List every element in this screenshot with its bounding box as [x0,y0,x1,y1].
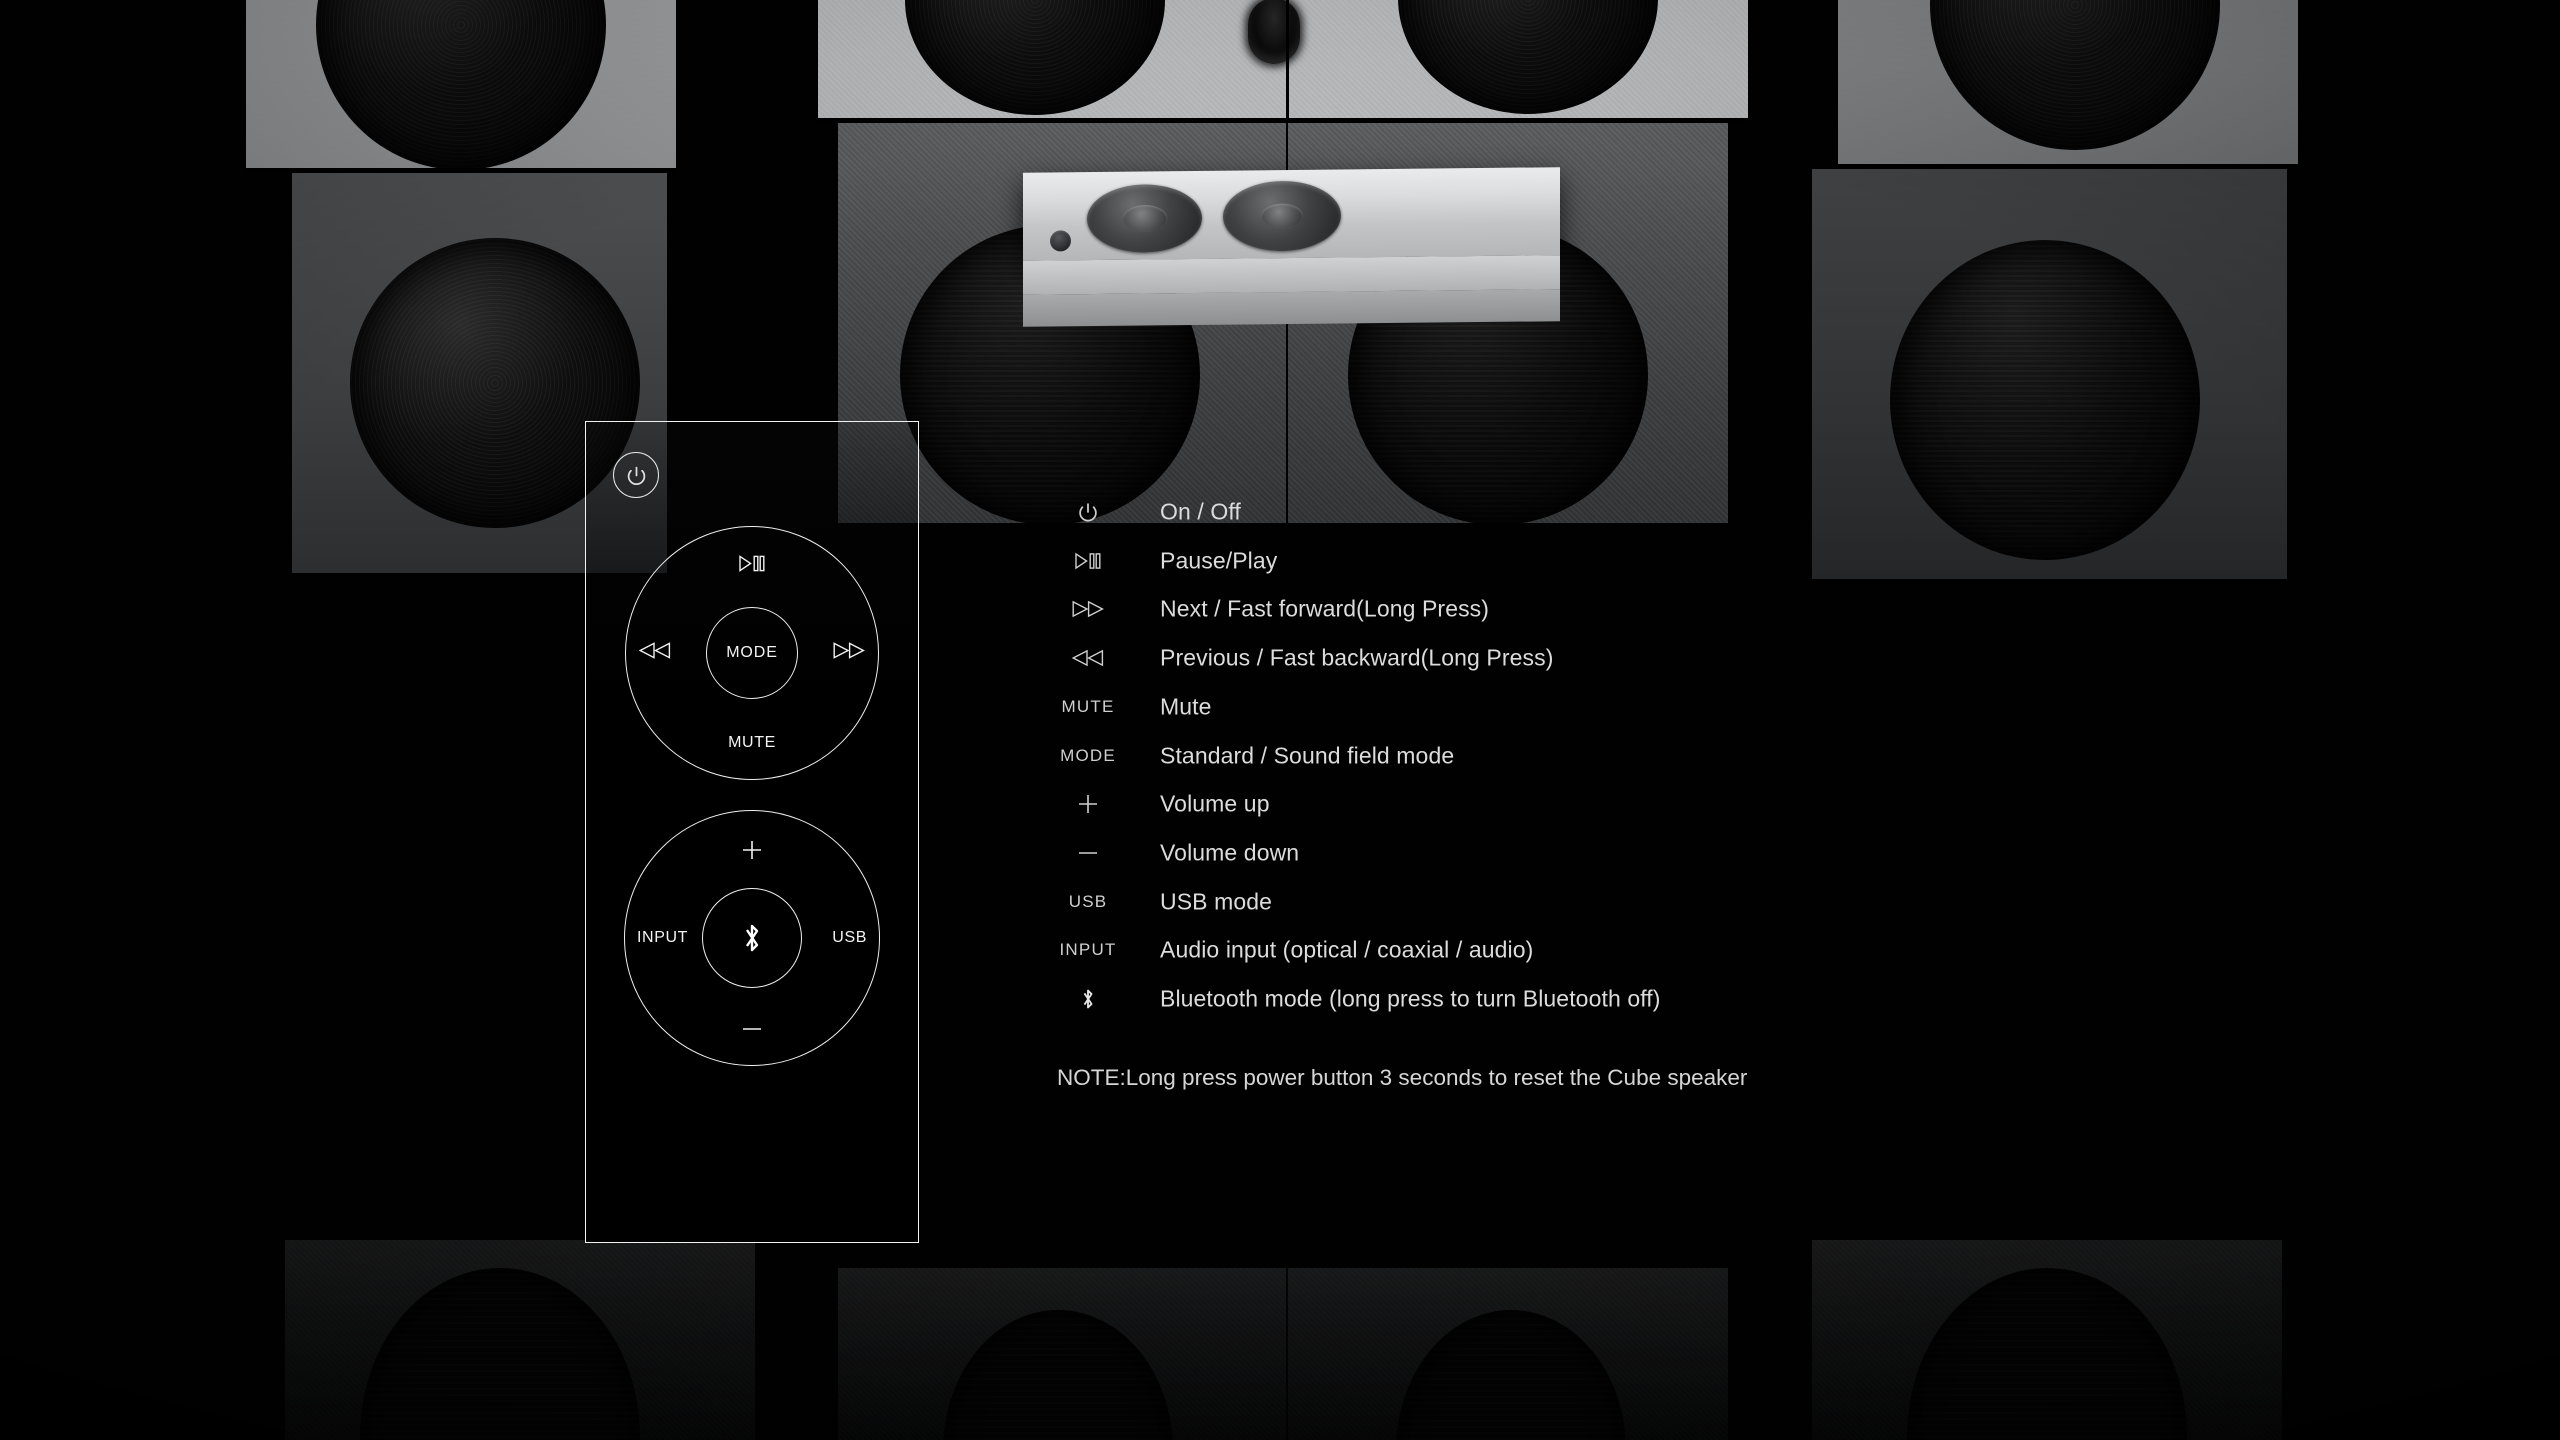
control-bar-lip [1023,255,1560,295]
bluetooth-icon [740,920,764,956]
power-dial [1223,180,1341,252]
remote-volume-down-button[interactable] [741,1020,763,1038]
play-pause-icon[interactable] [738,555,766,577]
cabinet-center-split [1286,1268,1288,1440]
power-dial-hub [1261,203,1303,229]
play-pause-glyph [738,555,766,572]
amplifier-control-bar [1023,167,1560,327]
remote-mute-label[interactable]: MUTE [728,734,776,752]
navigation-dial-hub [1122,204,1167,233]
remote-mode-button[interactable]: MODE [706,607,798,699]
lower-tier-right-cabinet [1812,1240,2282,1440]
bass-port-vent [1248,0,1300,64]
remote-mode-label: MODE [726,644,778,661]
lower-tier-left-cabinet [285,1240,755,1440]
remote-playback-wheel[interactable]: MUTE MODE [625,526,879,780]
cabinet-center-split [1286,0,1289,120]
remote-control-diagram: MUTE MODE INPUT USB [585,421,919,1243]
navigation-dial [1087,183,1202,254]
ir-receiver [1050,230,1071,252]
previous-icon[interactable] [638,642,672,664]
previous-glyph [638,642,672,659]
remote-usb-label[interactable]: USB [832,929,867,947]
next-glyph [832,642,866,659]
lower-tier-center-cabinet [838,1268,1728,1440]
remote-source-wheel[interactable]: INPUT USB [624,810,880,1066]
next-icon[interactable] [832,642,866,664]
remote-power-button[interactable] [613,452,659,498]
power-icon [626,465,647,486]
speaker-right-outer-woofer [1890,240,2200,560]
remote-input-label[interactable]: INPUT [637,929,688,947]
speaker-photograph [0,0,2560,1440]
minus-icon [741,1025,763,1033]
screenshot-root: MUTE MODE INPUT USB On / Off Pause/Play … [0,0,2560,1440]
control-bar-base [1023,289,1560,327]
plus-icon [741,839,763,861]
remote-volume-up-button[interactable] [741,839,763,866]
remote-bluetooth-button[interactable] [702,888,802,988]
